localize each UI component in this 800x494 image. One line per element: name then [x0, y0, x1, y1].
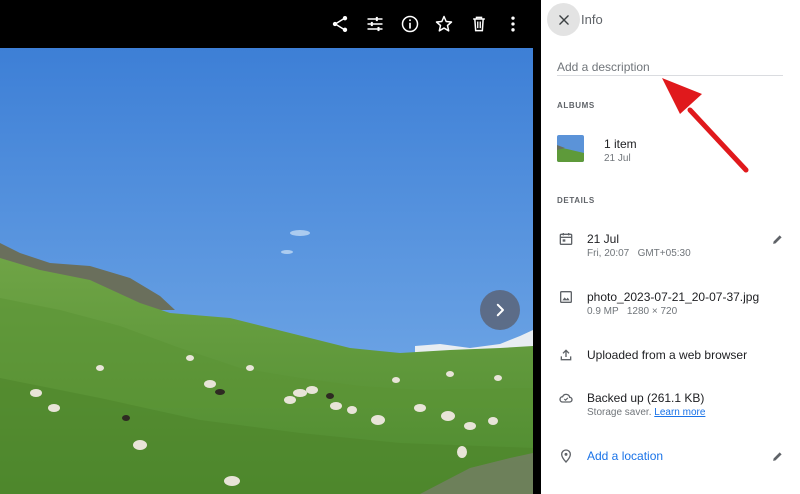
pencil-icon	[772, 234, 782, 244]
favorite-button[interactable]	[428, 8, 460, 40]
viewer-toolbar	[0, 0, 541, 48]
photo-viewer	[0, 0, 541, 494]
info-panel: Info ALBUMS 1 item 21 Jul DETAILS 21 Jul…	[541, 0, 800, 494]
edit-location-button[interactable]	[768, 447, 786, 465]
cloud-done-icon	[557, 389, 575, 407]
upload-icon	[557, 346, 575, 364]
storage-saver-text: Storage saver.	[587, 407, 652, 418]
next-photo-button[interactable]	[480, 290, 520, 330]
edit-button[interactable]	[359, 8, 391, 40]
backup-secondary: Storage saver. Learn more	[587, 407, 705, 418]
location-pin-icon	[557, 447, 575, 465]
learn-more-link[interactable]: Learn more	[654, 407, 705, 418]
more-vert-icon	[511, 16, 515, 32]
share-button[interactable]	[324, 8, 356, 40]
calendar-icon	[557, 230, 575, 248]
upload-source: Uploaded from a web browser	[587, 348, 748, 362]
photo-image	[0, 48, 533, 494]
pencil-icon	[772, 451, 782, 461]
info-button[interactable]	[394, 8, 426, 40]
image-icon	[557, 288, 575, 306]
chevron-right-icon	[496, 303, 504, 317]
album-item-date: 21 Jul	[604, 153, 631, 164]
date-primary: 21 Jul	[587, 232, 620, 246]
edit-date-button[interactable]	[768, 230, 786, 248]
details-heading: DETAILS	[557, 196, 595, 205]
file-name: photo_2023-07-21_20-07-37.jpg	[587, 290, 760, 304]
album-thumbnail[interactable]	[557, 135, 584, 162]
share-icon	[332, 16, 348, 32]
trash-icon	[473, 16, 485, 32]
delete-button[interactable]	[463, 8, 495, 40]
star-icon	[435, 15, 453, 32]
add-location-link[interactable]: Add a location	[587, 449, 663, 463]
edit-sliders-icon	[367, 16, 383, 32]
date-secondary: Fri, 20:07 GMT+05:30	[587, 248, 691, 259]
description-input[interactable]	[557, 58, 783, 76]
info-icon	[401, 15, 419, 33]
close-info-button[interactable]	[547, 3, 580, 36]
album-item-count[interactable]: 1 item	[604, 137, 637, 151]
albums-heading: ALBUMS	[557, 101, 595, 110]
more-options-button[interactable]	[497, 8, 529, 40]
backup-status: Backed up (261.1 KB)	[587, 391, 705, 405]
close-icon	[558, 14, 569, 25]
panel-title: Info	[581, 12, 603, 27]
file-meta: 0.9 MP 1280 × 720	[587, 306, 678, 317]
